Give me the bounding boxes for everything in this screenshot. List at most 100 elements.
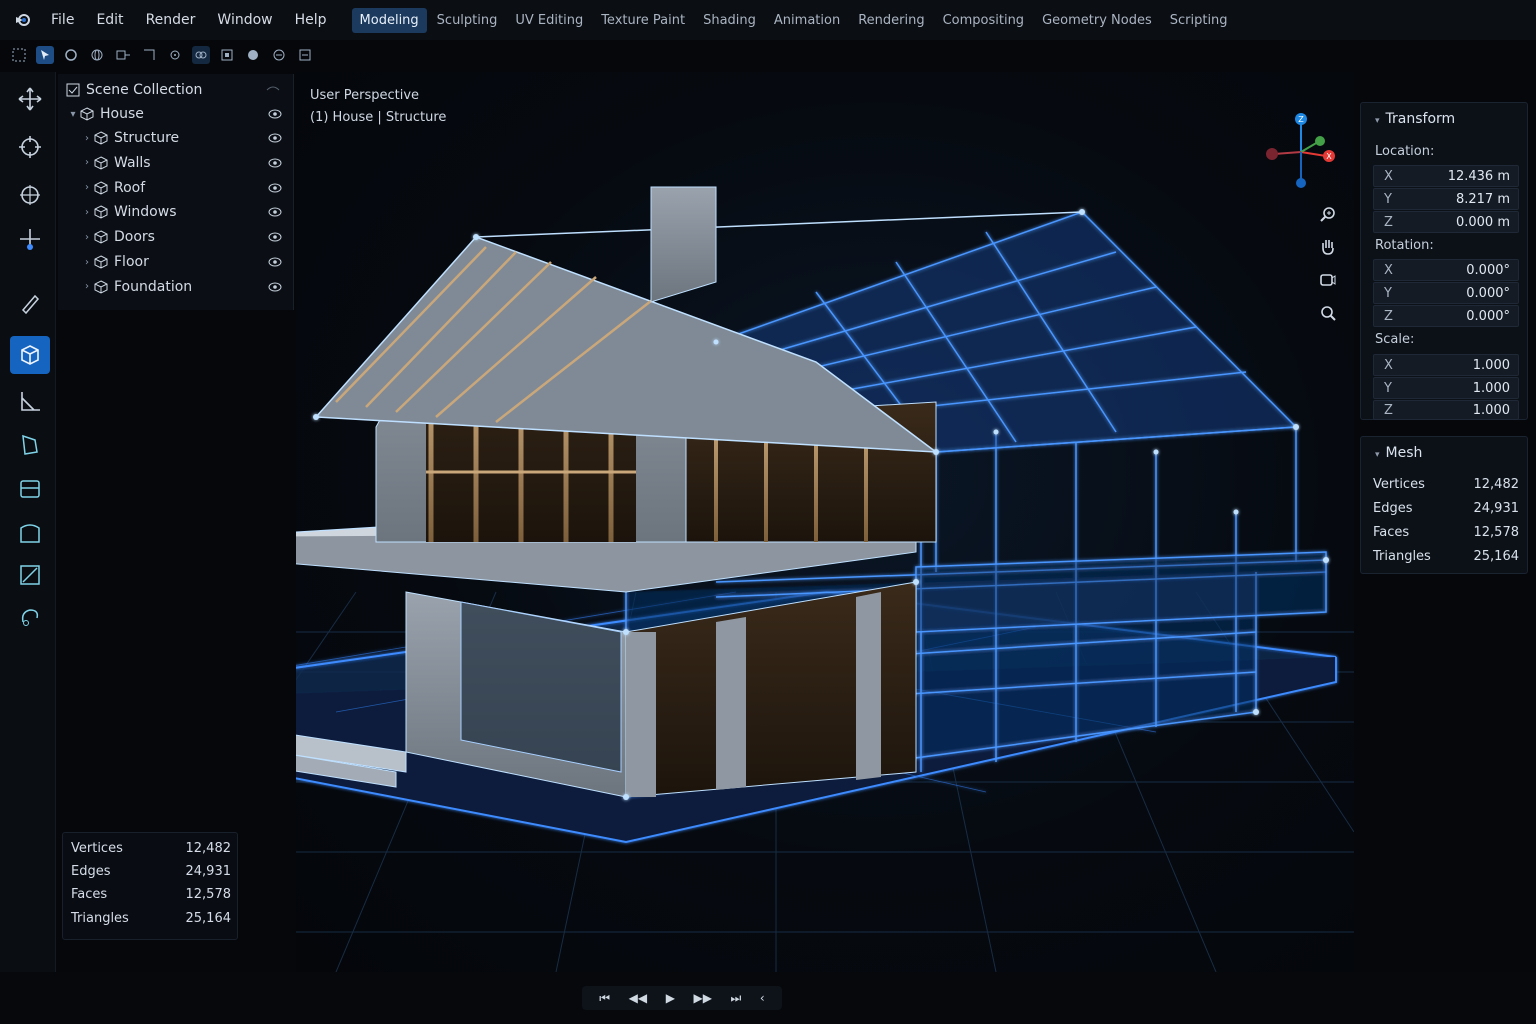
gizmo-y-axis[interactable] bbox=[1315, 136, 1325, 146]
location-x-field[interactable]: X 12.436 m bbox=[1373, 165, 1519, 187]
select-mode-icon[interactable] bbox=[10, 46, 28, 64]
outliner-item-floor[interactable]: › Floor bbox=[58, 250, 294, 274]
menu-edit[interactable]: Edit bbox=[85, 12, 134, 28]
shading-material-icon[interactable] bbox=[270, 46, 288, 64]
magnify-icon[interactable] bbox=[1318, 303, 1338, 323]
expand-caret-icon[interactable]: › bbox=[80, 207, 94, 218]
visibility-eye-icon[interactable] bbox=[268, 232, 282, 242]
outliner-item-foundation[interactable]: › Foundation bbox=[58, 275, 294, 299]
visibility-eye-icon[interactable] bbox=[268, 133, 282, 143]
measure-tool[interactable] bbox=[10, 382, 50, 420]
prev-keyframe-icon[interactable]: ◀◀ bbox=[629, 991, 647, 1005]
shading-render-icon[interactable] bbox=[296, 46, 314, 64]
rotation-y-field[interactable]: Y 0.000° bbox=[1373, 282, 1519, 304]
visibility-eye-icon[interactable] bbox=[268, 207, 282, 217]
shading-solid-icon[interactable] bbox=[244, 46, 262, 64]
collapse-caret-icon[interactable]: ▾ bbox=[1375, 116, 1380, 126]
location-y-field[interactable]: Y 8.217 m bbox=[1373, 188, 1519, 210]
outliner-item-doors[interactable]: › Doors bbox=[58, 225, 294, 249]
jump-end-icon[interactable]: ⏭ bbox=[731, 991, 742, 1006]
expand-caret-icon[interactable]: › bbox=[80, 257, 94, 268]
outliner-item-structure[interactable]: › Structure bbox=[58, 126, 294, 150]
gizmo-neg-x-axis[interactable] bbox=[1266, 148, 1278, 160]
mesh-panel-title[interactable]: ▾ Mesh bbox=[1375, 445, 1422, 461]
menu-file[interactable]: File bbox=[40, 12, 85, 28]
menu-window[interactable]: Window bbox=[206, 12, 283, 28]
expand-caret-icon[interactable]: › bbox=[80, 232, 94, 243]
tab-scripting[interactable]: Scripting bbox=[1162, 8, 1236, 33]
proportional-icon[interactable] bbox=[166, 46, 184, 64]
hand-icon[interactable] bbox=[1318, 237, 1338, 257]
visibility-eye-icon[interactable] bbox=[268, 158, 282, 168]
expand-caret-icon[interactable]: › bbox=[80, 157, 94, 168]
rotation-x-field[interactable]: X 0.000° bbox=[1373, 259, 1519, 281]
pivot-icon[interactable] bbox=[114, 46, 132, 64]
scale-z-field[interactable]: Z 1.000 bbox=[1373, 400, 1519, 420]
overlay-icon[interactable] bbox=[192, 46, 210, 64]
loop-icon[interactable]: ‹ bbox=[760, 991, 765, 1005]
collapse-caret-icon[interactable]: ▾ bbox=[1375, 450, 1380, 460]
cursor-tool[interactable] bbox=[10, 128, 50, 166]
axis-label: Y bbox=[1384, 191, 1392, 207]
tab-sculpting[interactable]: Sculpting bbox=[429, 8, 506, 33]
mesh-object-icon bbox=[94, 255, 108, 269]
snap-icon[interactable] bbox=[140, 46, 158, 64]
knife-tool[interactable] bbox=[10, 556, 50, 594]
tab-geometry-nodes[interactable]: Geometry Nodes bbox=[1034, 8, 1160, 33]
expand-caret-icon[interactable]: › bbox=[80, 281, 94, 292]
annotate-tool[interactable] bbox=[10, 284, 50, 322]
visibility-eye-icon[interactable] bbox=[268, 183, 282, 193]
navigation-gizmo[interactable]: Z X bbox=[1262, 110, 1342, 194]
zoom-icon[interactable] bbox=[1318, 205, 1338, 225]
tab-rendering[interactable]: Rendering bbox=[850, 8, 932, 33]
rotation-z-field[interactable]: Z 0.000° bbox=[1373, 305, 1519, 327]
stat-label: Triangles bbox=[71, 911, 129, 926]
camera-icon[interactable] bbox=[1318, 270, 1338, 290]
outliner-item-walls[interactable]: › Walls bbox=[58, 151, 294, 175]
gizmo-neg-z-axis[interactable] bbox=[1296, 178, 1306, 188]
viewport-canvas[interactable] bbox=[296, 72, 1354, 972]
mesh-object-icon bbox=[94, 181, 108, 195]
select-box-icon[interactable] bbox=[36, 46, 54, 64]
orbit-icon[interactable] bbox=[62, 46, 80, 64]
tab-shading[interactable]: Shading bbox=[695, 8, 764, 33]
bevel-tool[interactable] bbox=[10, 514, 50, 552]
rotate-tool[interactable] bbox=[10, 176, 50, 214]
next-keyframe-icon[interactable]: ▶▶ bbox=[693, 991, 711, 1005]
expand-caret-icon[interactable]: › bbox=[80, 182, 94, 193]
menu-help[interactable]: Help bbox=[284, 12, 338, 28]
globe-icon[interactable] bbox=[88, 46, 106, 64]
tab-animation[interactable]: Animation bbox=[766, 8, 848, 33]
visibility-eye-icon[interactable] bbox=[268, 257, 282, 267]
transform-panel-title[interactable]: ▾ Transform bbox=[1375, 111, 1455, 127]
visibility-eye-icon[interactable] bbox=[268, 109, 282, 119]
play-icon[interactable]: ▶ bbox=[666, 991, 675, 1005]
location-z-field[interactable]: Z 0.000 m bbox=[1373, 211, 1519, 233]
outliner-collection-house[interactable]: ▾ House bbox=[58, 102, 294, 126]
transform-tool[interactable] bbox=[10, 220, 50, 258]
filter-icon[interactable] bbox=[266, 85, 280, 95]
tab-texture-paint[interactable]: Texture Paint bbox=[593, 8, 693, 33]
extrude-tool[interactable] bbox=[10, 426, 50, 464]
tab-uv-editing[interactable]: UV Editing bbox=[507, 8, 591, 33]
tab-compositing[interactable]: Compositing bbox=[935, 8, 1033, 33]
outliner-scene-collection[interactable]: Scene Collection bbox=[58, 78, 294, 102]
expand-caret-icon[interactable]: ▾ bbox=[66, 109, 80, 120]
visibility-eye-icon[interactable] bbox=[268, 282, 282, 292]
xray-icon[interactable] bbox=[218, 46, 236, 64]
timeline-bar: ⏮ ◀◀ ▶ ▶▶ ⏭ ‹ bbox=[0, 972, 1536, 1024]
menu-render[interactable]: Render bbox=[135, 12, 207, 28]
3d-viewport[interactable]: User Perspective (1) House | Structure Z… bbox=[296, 72, 1354, 972]
scale-y-field[interactable]: Y 1.000 bbox=[1373, 377, 1519, 399]
outliner-item-roof[interactable]: › Roof bbox=[58, 176, 294, 200]
inset-icon bbox=[20, 480, 40, 498]
expand-caret-icon[interactable]: › bbox=[80, 133, 94, 144]
tab-modeling[interactable]: Modeling bbox=[351, 7, 427, 33]
outliner-item-windows[interactable]: › Windows bbox=[58, 200, 294, 224]
scale-x-field[interactable]: X 1.000 bbox=[1373, 354, 1519, 376]
move-tool[interactable] bbox=[10, 80, 50, 118]
spin-tool[interactable] bbox=[10, 598, 50, 636]
jump-start-icon[interactable]: ⏮ bbox=[599, 991, 610, 1006]
inset-tool[interactable] bbox=[10, 470, 50, 508]
object-tool[interactable] bbox=[10, 336, 50, 374]
